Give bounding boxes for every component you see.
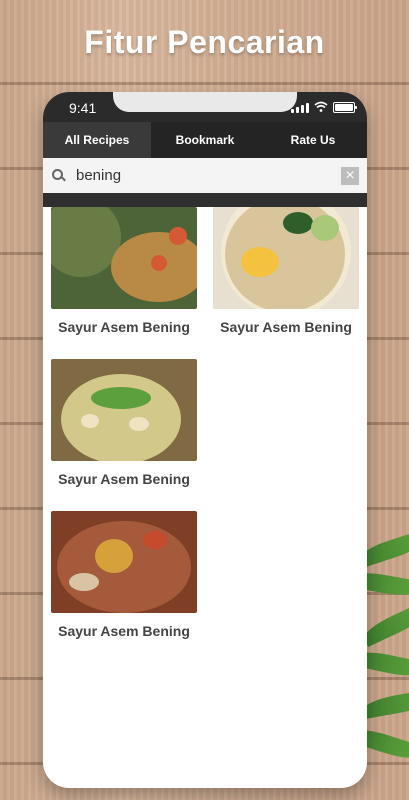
search-icon (50, 167, 68, 185)
recipe-thumbnail[interactable] (51, 359, 197, 461)
signal-icon (291, 101, 309, 113)
tab-bookmark[interactable]: Bookmark (151, 122, 259, 158)
recipe-title: Sayur Asem Bening (58, 623, 190, 639)
recipe-title: Sayur Asem Bening (58, 471, 190, 487)
recipe-thumbnail[interactable] (51, 207, 197, 309)
recipe-card[interactable]: Sayur Asem Bening (51, 511, 197, 653)
clear-search-icon[interactable]: × (341, 166, 359, 185)
status-bar: 9:41 (43, 92, 367, 122)
phone-frame: 9:41 All Recipes Bookmark Rate Us bening… (43, 92, 367, 788)
toolbar-divider (43, 193, 367, 207)
recipe-card[interactable]: Sayur Asem Bening (213, 207, 359, 349)
phone-notch (113, 92, 297, 112)
page-title: Fitur Pencarian (84, 24, 325, 60)
tab-all-recipes[interactable]: All Recipes (43, 122, 151, 158)
status-time: 9:41 (69, 100, 97, 116)
recipe-title: Sayur Asem Bening (220, 319, 352, 335)
tab-bar: All Recipes Bookmark Rate Us (43, 122, 367, 158)
battery-icon (333, 101, 357, 113)
recipe-thumbnail[interactable] (213, 207, 359, 309)
recipe-card[interactable]: Sayur Asem Bening (51, 359, 197, 501)
recipe-card[interactable]: Sayur Asem Bening (51, 207, 197, 349)
status-icons (291, 100, 357, 114)
empty-cell (213, 359, 359, 501)
recipe-title: Sayur Asem Bening (58, 319, 190, 335)
tab-rate-us[interactable]: Rate Us (259, 122, 367, 158)
wifi-icon (314, 101, 328, 112)
recipe-thumbnail[interactable] (51, 511, 197, 613)
search-bar: bening × (43, 158, 367, 194)
recipe-grid: Sayur Asem Bening Sayur Asem Bening Sayu… (51, 207, 359, 653)
search-input[interactable]: bening (76, 167, 341, 184)
